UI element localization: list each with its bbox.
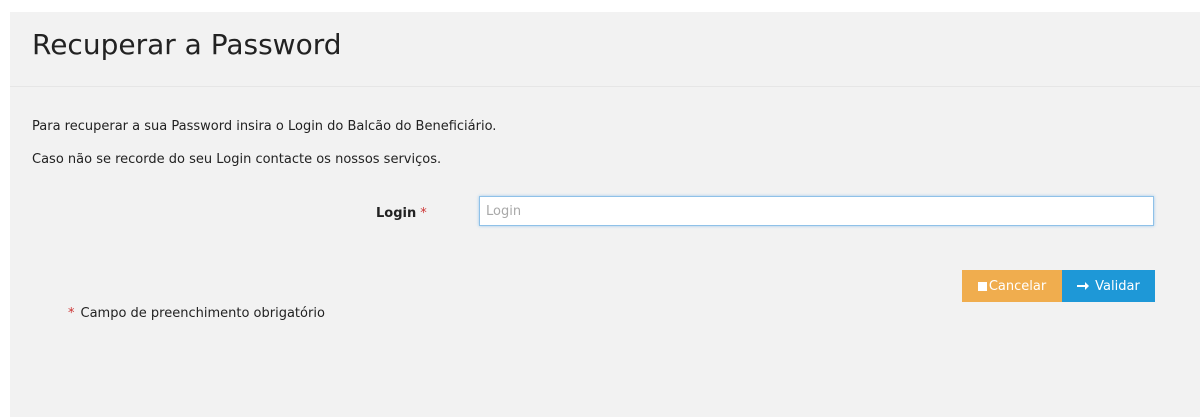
login-input[interactable] [479,196,1154,226]
login-label-text: Login [376,206,417,221]
required-note-text: Campo de preenchimento obrigatório [80,306,325,321]
required-marker: * [420,206,427,221]
stop-square-icon [977,281,987,291]
page-title: Recuperar a Password [32,28,342,61]
validate-button-label: Validar [1095,278,1140,294]
panel-header: Recuperar a Password [10,12,1200,87]
cancel-button-label: Cancelar [988,278,1047,294]
validate-button[interactable]: Validar [1062,270,1155,302]
cancel-button[interactable]: Cancelar [962,270,1062,302]
recover-password-panel: Recuperar a Password Para recuperar a su… [10,12,1200,417]
instruction-text: Para recuperar a sua Password insira o L… [32,119,497,134]
required-note-marker: * [68,306,75,321]
arrow-right-icon [1077,281,1090,291]
login-label: Login * [376,206,427,221]
help-text: Caso não se recorde do seu Login contact… [32,152,442,167]
required-field-note: * Campo de preenchimento obrigatório [68,306,325,321]
